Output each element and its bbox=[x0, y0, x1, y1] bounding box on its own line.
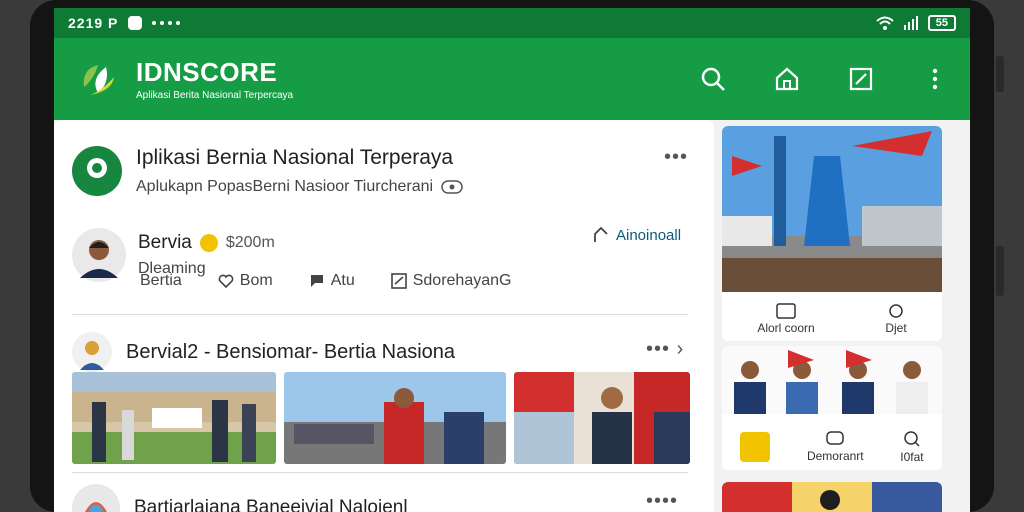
visibility-icon bbox=[441, 180, 463, 194]
side-card-action[interactable]: Demoranrt bbox=[807, 431, 864, 463]
circle-icon bbox=[889, 304, 903, 318]
side-card-label: Djet bbox=[885, 321, 907, 335]
side-card-action[interactable]: Alorl coorn bbox=[757, 303, 815, 335]
news-photo[interactable] bbox=[72, 372, 276, 464]
side-card-label: Alorl coorn bbox=[757, 321, 815, 335]
search-icon[interactable] bbox=[700, 66, 726, 92]
video-icon bbox=[776, 303, 796, 319]
status-time: 2219 P bbox=[68, 15, 119, 31]
follow-icon bbox=[594, 226, 608, 242]
app-logo bbox=[76, 57, 120, 101]
side-card-label: Demoranrt bbox=[806, 449, 864, 463]
side-card[interactable] bbox=[722, 482, 942, 512]
side-card-action[interactable]: Djet bbox=[885, 303, 907, 335]
share-label[interactable]: SdorehayanG bbox=[413, 272, 512, 290]
home-icon[interactable] bbox=[774, 66, 800, 92]
author-avatar[interactable] bbox=[72, 228, 126, 282]
post-header: Bartiarlaiana Baneeivial Naloienl bbox=[72, 484, 408, 512]
news-photo[interactable] bbox=[514, 372, 690, 464]
power-button bbox=[996, 246, 1004, 296]
follow-button[interactable]: Ainoinoall bbox=[592, 226, 681, 244]
side-card[interactable]: Demoranrt I0fat bbox=[722, 346, 942, 470]
more-notifications-icon bbox=[152, 21, 181, 25]
battery-icon: 55 bbox=[927, 15, 956, 31]
side-card-photo bbox=[722, 482, 942, 512]
channel-avatar[interactable] bbox=[72, 332, 112, 372]
divider bbox=[72, 314, 688, 315]
news-photo[interactable] bbox=[284, 372, 506, 464]
post-title[interactable]: Bartiarlaiana Baneeivial Naloienl bbox=[134, 497, 408, 512]
heart-icon[interactable] bbox=[218, 273, 234, 289]
author-name[interactable]: Bervia bbox=[138, 232, 192, 254]
comment-label[interactable]: Atu bbox=[331, 272, 355, 290]
volume-button bbox=[996, 56, 1004, 92]
side-card-action[interactable]: I0fat bbox=[900, 430, 924, 464]
notification-icon bbox=[128, 16, 143, 30]
post-header: Bervial2 - Bensiomar- Bertia Nasiona bbox=[72, 332, 455, 372]
post-menu-button[interactable]: ••• › bbox=[646, 338, 684, 361]
side-card-photo bbox=[722, 126, 942, 292]
post-meta-row: Bertia Bom Atu SdorehayanG bbox=[140, 272, 511, 290]
side-card[interactable]: Alorl coorn Djet bbox=[722, 126, 942, 341]
app-name: IDNSCORE bbox=[136, 57, 278, 87]
post-title[interactable]: Bervial2 - Bensiomar- Bertia Nasiona bbox=[126, 341, 455, 364]
channel-avatar[interactable] bbox=[72, 484, 120, 512]
news-feed: Iplikasi Bernia Nasional Terperaya Apluk… bbox=[54, 120, 714, 512]
chat-icon bbox=[826, 431, 845, 445]
device-frame: 2219 P 55 IDNSCORE Aplikasi Berita Nasio… bbox=[30, 0, 994, 512]
share-icon[interactable] bbox=[390, 273, 407, 289]
author-badge-value: $200m bbox=[225, 234, 275, 251]
tag-label[interactable]: Bertia bbox=[140, 272, 182, 290]
status-bar: 2219 P 55 bbox=[54, 8, 970, 38]
post-menu-button[interactable]: •••• bbox=[646, 490, 678, 512]
signal-icon bbox=[903, 16, 918, 30]
app-bar: IDNSCORE Aplikasi Berita Nasional Terper… bbox=[54, 38, 970, 120]
side-panel: Alorl coorn Djet Demoranrt I0fat bbox=[722, 120, 970, 512]
like-label[interactable]: Bom bbox=[240, 272, 273, 290]
divider bbox=[72, 472, 688, 473]
channel-avatar[interactable] bbox=[72, 146, 122, 196]
emoji-badge-icon bbox=[199, 234, 218, 252]
side-card-action[interactable] bbox=[740, 432, 771, 462]
search-icon bbox=[904, 431, 920, 447]
screen: 2219 P 55 IDNSCORE Aplikasi Berita Nasio… bbox=[54, 8, 970, 512]
post-title[interactable]: Iplikasi Bernia Nasional Terperaya bbox=[136, 146, 463, 170]
post-menu-button[interactable]: ••• bbox=[664, 146, 688, 169]
edit-icon[interactable] bbox=[848, 66, 874, 92]
comment-icon[interactable] bbox=[309, 273, 325, 289]
more-vert-icon[interactable] bbox=[922, 66, 948, 92]
post-header: Iplikasi Bernia Nasional Terperaya Apluk… bbox=[72, 146, 463, 196]
side-card-label: I0fat bbox=[900, 450, 924, 464]
follow-label: Ainoinoall bbox=[616, 226, 682, 244]
side-card-photo bbox=[722, 346, 942, 414]
app-tagline: Aplikasi Berita Nasional Terpercaya bbox=[136, 90, 294, 101]
wifi-icon bbox=[876, 16, 894, 30]
post-subtitle: Aplukapn PopasBerni Nasioor Tiurcherani bbox=[136, 178, 434, 195]
app-tile-icon bbox=[740, 432, 771, 462]
